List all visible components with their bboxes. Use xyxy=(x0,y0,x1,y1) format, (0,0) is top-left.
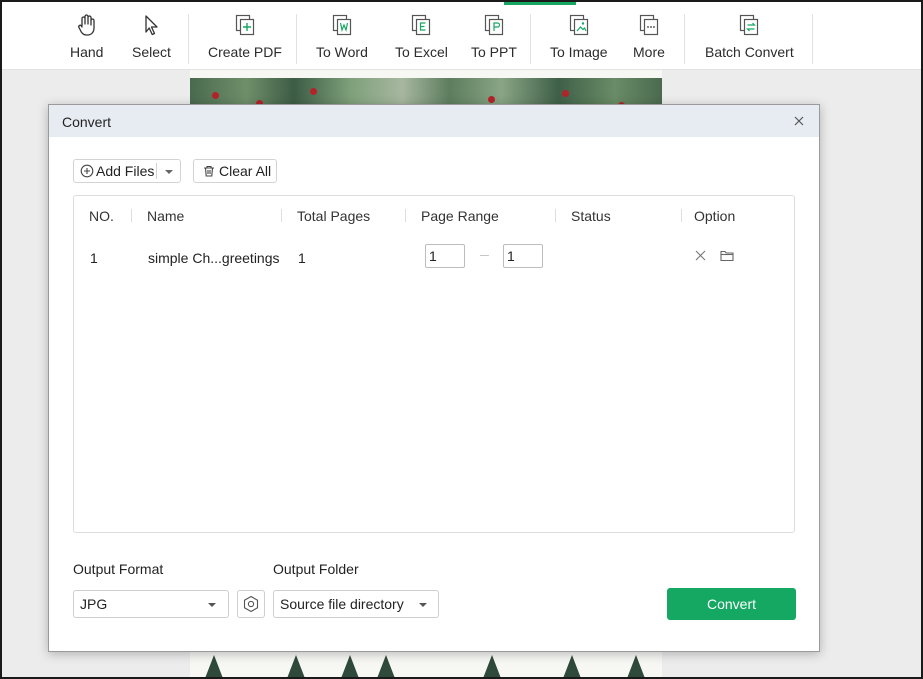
file-table: NO. Name Total Pages Page Range Status O… xyxy=(73,195,795,533)
chevron-down-icon xyxy=(419,603,427,607)
clear-all-label: Clear All xyxy=(219,163,272,179)
to-image-button[interactable]: To Image xyxy=(550,12,608,66)
toolbar-divider xyxy=(530,14,531,64)
output-folder-select[interactable]: Source file directory xyxy=(273,590,439,618)
batch-convert-label: Batch Convert xyxy=(705,44,794,60)
row-number: 1 xyxy=(90,250,98,266)
create-pdf-label: Create PDF xyxy=(208,44,282,60)
ppt-file-icon xyxy=(484,14,504,36)
more-label: More xyxy=(633,44,665,60)
dialog-titlebar: Convert xyxy=(49,105,819,137)
batch-convert-icon xyxy=(740,14,759,36)
word-file-icon xyxy=(332,14,352,36)
create-pdf-button[interactable]: Create PDF xyxy=(208,12,282,66)
convert-button[interactable]: Convert xyxy=(667,588,796,620)
row-file-name: simple Ch...greetings xyxy=(148,250,280,266)
column-header-no: NO. xyxy=(89,208,114,224)
add-files-label: Add Files xyxy=(96,163,155,179)
excel-file-icon xyxy=(412,14,431,36)
chevron-down-icon xyxy=(208,603,216,607)
app-window: Hand Select Create PDF To Word To Excel … xyxy=(0,0,923,679)
to-word-button[interactable]: To Word xyxy=(316,12,368,66)
add-circle-icon xyxy=(80,164,94,178)
close-icon[interactable] xyxy=(791,113,807,129)
remove-file-icon[interactable] xyxy=(694,249,707,262)
create-pdf-icon xyxy=(235,14,255,36)
more-icon xyxy=(639,14,659,36)
image-file-icon xyxy=(569,14,588,36)
more-button[interactable]: More xyxy=(633,12,665,66)
tree-border-image xyxy=(190,650,662,677)
range-separator xyxy=(480,255,489,256)
hand-tool-button[interactable]: Hand xyxy=(70,12,103,66)
page-range-to-input[interactable] xyxy=(503,244,543,268)
settings-icon xyxy=(243,595,259,613)
column-divider xyxy=(681,209,682,222)
output-format-value: JPG xyxy=(80,596,108,612)
clear-all-button[interactable]: Clear All xyxy=(193,159,277,183)
hand-icon xyxy=(77,14,95,36)
column-divider xyxy=(405,209,406,222)
toolbar-divider xyxy=(188,14,189,64)
add-files-button[interactable]: Add Files xyxy=(73,159,181,183)
column-header-page-range: Page Range xyxy=(421,208,499,224)
to-image-label: To Image xyxy=(550,44,608,60)
toolbar-divider xyxy=(684,14,685,64)
toolbar-divider xyxy=(812,14,813,64)
split-divider xyxy=(156,163,157,179)
output-folder-label: Output Folder xyxy=(273,561,359,577)
page-range-from-input[interactable] xyxy=(425,244,465,268)
output-folder-value: Source file directory xyxy=(280,596,404,612)
output-format-select[interactable]: JPG xyxy=(73,590,229,618)
to-ppt-label: To PPT xyxy=(471,44,517,60)
hand-label: Hand xyxy=(70,44,104,60)
column-divider xyxy=(281,209,282,222)
active-tab-indicator xyxy=(504,2,576,5)
trash-icon xyxy=(204,165,214,177)
output-format-label: Output Format xyxy=(73,561,164,577)
open-folder-icon[interactable] xyxy=(720,249,734,262)
column-header-status: Status xyxy=(571,208,611,224)
add-files-dropdown-icon[interactable] xyxy=(165,170,173,174)
toolbar: Hand Select Create PDF To Word To Excel … xyxy=(2,2,921,70)
to-word-label: To Word xyxy=(316,44,368,60)
format-settings-button[interactable] xyxy=(237,590,265,618)
select-label: Select xyxy=(132,44,171,60)
column-divider xyxy=(131,209,132,222)
select-tool-button[interactable]: Select xyxy=(132,12,171,66)
column-divider xyxy=(555,209,556,222)
to-ppt-button[interactable]: To PPT xyxy=(471,12,517,66)
batch-convert-button[interactable]: Batch Convert xyxy=(705,12,794,66)
dialog-title: Convert xyxy=(62,114,112,130)
row-total-pages: 1 xyxy=(298,250,306,266)
column-header-total-pages: Total Pages xyxy=(297,208,371,224)
to-excel-button[interactable]: To Excel xyxy=(395,12,448,66)
to-excel-label: To Excel xyxy=(395,44,448,60)
convert-dialog: Convert Add Files Clear All NO. Name Tot… xyxy=(48,104,820,652)
toolbar-divider xyxy=(296,14,297,64)
column-header-option: Option xyxy=(694,208,736,224)
cursor-arrow-icon xyxy=(145,15,159,36)
column-header-name: Name xyxy=(147,208,185,224)
